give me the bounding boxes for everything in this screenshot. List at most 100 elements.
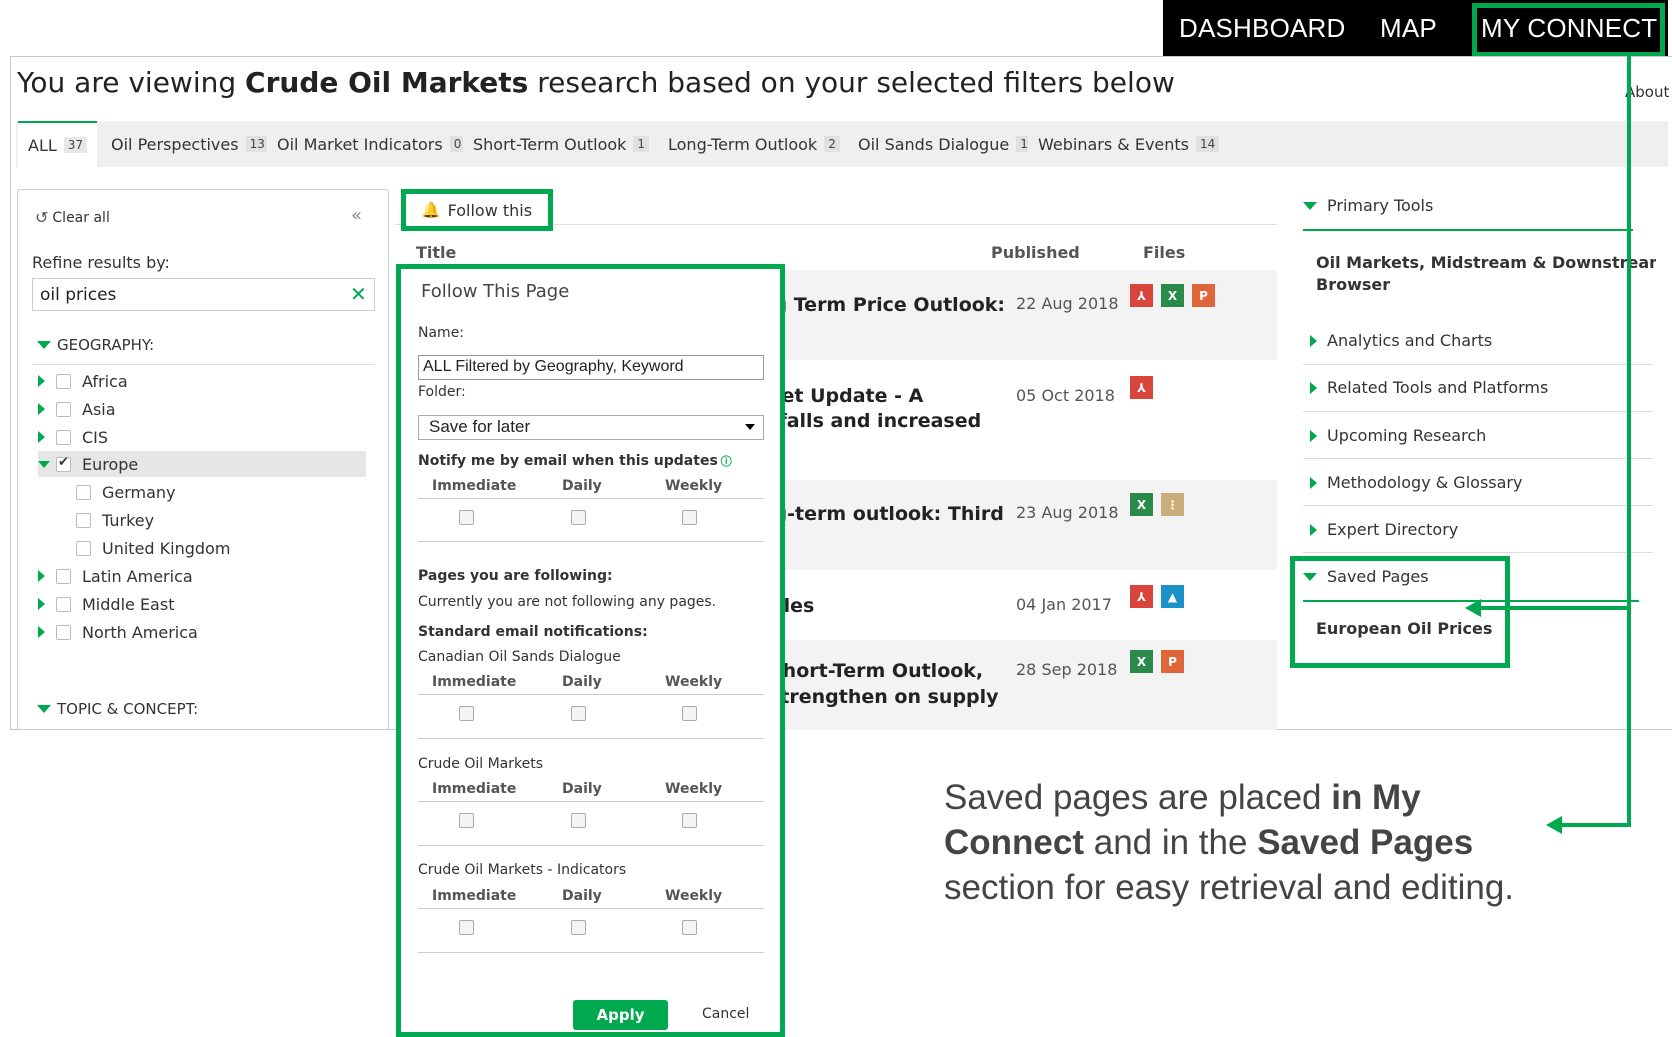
primary-tools-header[interactable]: Primary Tools [1303,196,1672,215]
caret-down-icon [37,705,51,713]
about-link[interactable]: About [1625,83,1672,101]
nav-map[interactable]: MAP [1380,13,1437,44]
excel-icon[interactable]: X [1130,650,1153,673]
zip-icon[interactable]: ⋮ [1161,493,1184,516]
info-icon[interactable]: ⓘ [721,455,732,468]
notify-immediate-checkbox[interactable] [459,510,474,525]
tab-long-term-outlook[interactable]: Long-Term Outlook 2 [658,121,850,167]
excel-icon[interactable]: X [1161,284,1184,307]
caret-right-icon[interactable] [38,375,45,387]
result-title[interactable]: ng Term Price Outlook: [760,292,1005,318]
collapse-panel-icon[interactable]: « [351,205,362,226]
folder-select[interactable]: Save for later [418,415,764,440]
result-title[interactable]: Short-Term Outlook, [769,658,983,684]
notify-weekly-checkbox[interactable] [682,510,697,525]
checkbox[interactable] [76,512,91,528]
notify-daily-checkbox[interactable] [571,510,586,525]
keyword-search-input[interactable]: oil prices [32,278,375,311]
geo-item-united-kingdom[interactable]: United Kingdom [76,535,230,561]
caret-right-icon[interactable] [38,570,45,582]
sub2-daily-checkbox[interactable] [571,813,586,828]
sub1-daily-checkbox[interactable] [571,706,586,721]
caret-right-icon[interactable] [38,598,45,610]
col-header-published[interactable]: Published [991,243,1080,262]
nav-dashboard[interactable]: DASHBOARD [1179,13,1346,44]
sidebar-item-upcoming-research[interactable]: Upcoming Research [1303,426,1672,445]
checkbox[interactable] [56,596,71,612]
sub3-daily-checkbox[interactable] [571,920,586,935]
checkbox[interactable] [56,401,71,417]
result-title-line2[interactable]: strengthen on supply [769,684,999,710]
tab-oil-market-indicators[interactable]: Oil Market Indicators 0 [267,121,476,167]
col-header-title[interactable]: Title [416,243,456,262]
sub3-immediate-checkbox[interactable] [459,920,474,935]
pdf-icon[interactable]: ⅄ [1130,284,1153,307]
tab-oil-perspectives[interactable]: Oil Perspectives 13 [101,121,279,167]
tab-all[interactable]: ALL 37 [18,121,98,167]
my-connect-highlight [1472,3,1665,57]
image-icon[interactable]: ▲ [1161,585,1184,608]
data-browser-link[interactable]: Oil Markets, Midstream & Downstream Data… [1316,252,1656,296]
sub2-immediate-checkbox[interactable] [459,813,474,828]
cancel-button[interactable]: Cancel [702,1006,749,1022]
dropdown-arrow-icon[interactable] [745,424,755,430]
geo-label: United Kingdom [102,538,231,558]
pdf-icon[interactable]: ⅄ [1130,376,1153,399]
sub2-weekly-checkbox[interactable] [682,813,697,828]
freq-weekly: Weekly [665,674,723,690]
caret-right-icon[interactable] [38,626,45,638]
bell-icon: 🔔 [421,201,441,219]
geo-item-asia[interactable]: Asia [38,396,116,422]
pdf-icon[interactable]: ⅄ [1130,585,1153,608]
powerpoint-icon[interactable]: P [1192,284,1215,307]
sidebar-item-related-tools[interactable]: Related Tools and Platforms [1303,378,1672,397]
geo-item-north-america[interactable]: North America [38,619,198,645]
geo-item-africa[interactable]: Africa [38,368,128,394]
primary-tools-label: Primary Tools [1327,196,1434,215]
caret-right-icon[interactable] [38,431,45,443]
divider [1303,229,1633,231]
sub1-immediate-checkbox[interactable] [459,706,474,721]
powerpoint-icon[interactable]: P [1161,650,1184,673]
tab-short-term-outlook[interactable]: Short-Term Outlook 1 [463,121,660,167]
geo-label: CIS [82,427,109,447]
geo-item-latin-america[interactable]: Latin America [38,563,193,589]
sidebar-item-methodology[interactable]: Methodology & Glossary [1303,473,1672,492]
divider [418,952,764,953]
apply-button[interactable]: Apply [573,1000,668,1030]
checkbox[interactable] [56,624,71,640]
geo-item-europe[interactable]: Europe [38,451,366,477]
result-title-line2[interactable]: rtfalls and increased [760,408,981,434]
topic-concept-header[interactable]: TOPIC & CONCEPT: [37,700,198,718]
tab-oil-sands-dialogue[interactable]: Oil Sands Dialogue 1 [848,121,1042,167]
geo-item-middle-east[interactable]: Middle East [38,591,174,617]
geo-item-turkey[interactable]: Turkey [76,507,154,533]
checkbox-checked[interactable] [56,455,71,472]
geography-header-label: GEOGRAPHY: [57,336,155,354]
checkbox[interactable] [56,429,71,445]
saved-page-link[interactable]: European Oil Prices [1316,618,1492,640]
refine-label: Refine results by: [32,253,170,272]
result-title[interactable]: ng-term outlook: Third [760,501,1004,527]
checkbox[interactable] [56,373,71,389]
follow-name-input[interactable]: ALL Filtered by Geography, Keyword [418,355,764,380]
checkbox[interactable] [76,484,91,500]
sub1-weekly-checkbox[interactable] [682,706,697,721]
sidebar-item-expert-directory[interactable]: Expert Directory [1303,520,1672,539]
caret-right-icon[interactable] [38,403,45,415]
checkbox[interactable] [76,540,91,556]
follow-this-button[interactable]: 🔔 Follow this [401,189,553,231]
geo-item-cis[interactable]: CIS [38,424,108,450]
sidebar-item-analytics[interactable]: Analytics and Charts [1303,331,1672,350]
excel-icon[interactable]: X [1130,493,1153,516]
geo-item-germany[interactable]: Germany [76,479,176,505]
checkbox[interactable] [56,568,71,584]
sub3-weekly-checkbox[interactable] [682,920,697,935]
saved-pages-header[interactable]: Saved Pages [1303,567,1672,586]
geography-header[interactable]: GEOGRAPHY: [37,336,154,354]
connector-line [1478,606,1631,610]
caret-down-icon[interactable] [38,460,50,468]
tab-webinars-events[interactable]: Webinars & Events 14 [1028,121,1230,167]
clear-search-icon[interactable]: ✕ [350,282,367,306]
clear-all-button[interactable]: ↺ Clear all [35,208,110,227]
